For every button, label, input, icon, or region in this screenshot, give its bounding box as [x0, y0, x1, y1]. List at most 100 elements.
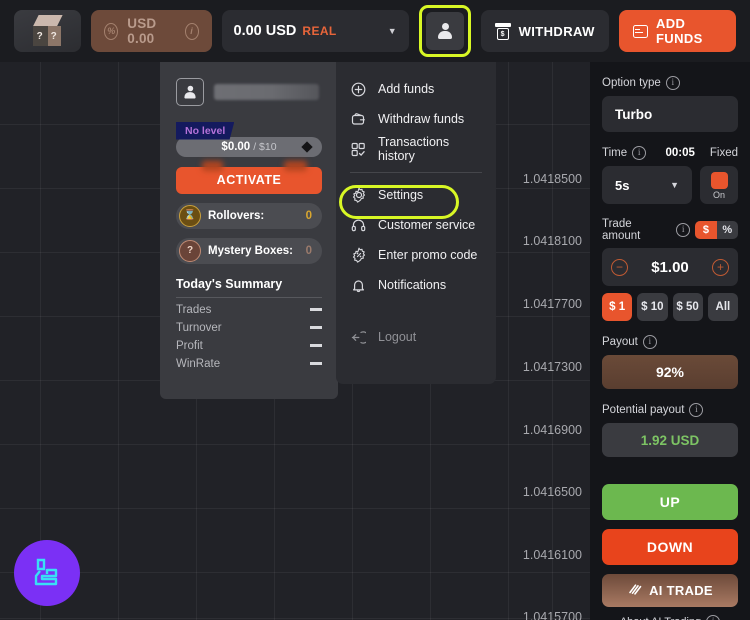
rollovers-row[interactable]: ⌛ Rollovers: 0	[176, 202, 322, 229]
ai-trade-button[interactable]: AI TRADE	[602, 574, 738, 607]
fixed-label: Fixed	[709, 147, 738, 159]
menu-label: Notifications	[378, 278, 447, 292]
price-axis-label: 1.0416500	[522, 485, 582, 499]
person-icon	[437, 22, 452, 40]
empty-value-dash	[310, 326, 322, 329]
menu-item-transactions-history[interactable]: Transactions history	[336, 134, 496, 164]
info-icon[interactable]: i	[642, 335, 657, 349]
empty-value-dash	[310, 308, 322, 311]
gear-icon	[350, 187, 367, 203]
trade-amount-label-row: Trade amount i $ %	[602, 218, 738, 242]
trade-amount-stepper[interactable]: − $1.00 +	[602, 248, 738, 286]
logout-icon	[350, 330, 367, 345]
rollovers-label: Rollovers:	[208, 209, 265, 222]
about-ai-trading-link[interactable]: About AI Trading i	[602, 615, 738, 620]
trade-amount-label: Trade amount	[602, 218, 641, 242]
expiry-time-select[interactable]: 5s ▼	[602, 166, 692, 204]
fixed-time-toggle[interactable]: On	[700, 166, 738, 204]
chevron-down-icon[interactable]: ▼	[670, 180, 679, 190]
balance-amount: 0.00 USD	[233, 23, 297, 39]
trading-app-window: 1.0418500 1.0418100 1.0417700 1.0417300 1.04…	[0, 0, 750, 620]
activate-label: ACTIVATE	[216, 173, 282, 187]
menu-item-settings[interactable]: Settings	[336, 180, 496, 210]
time-label: Time	[602, 147, 628, 159]
trade-settings-panel: Option type i Turbo Time i 00:05 Fixed 5…	[590, 62, 750, 620]
mystery-box-button[interactable]: ??	[14, 10, 82, 52]
menu-item-customer-service[interactable]: Customer service	[336, 210, 496, 240]
option-type-value: Turbo	[615, 106, 653, 122]
add-funds-button[interactable]: ADD FUNDS	[618, 10, 736, 52]
potential-payout-box: 1.92 USD	[602, 423, 738, 457]
summary-label: Turnover	[176, 321, 222, 334]
price-axis-label: 1.0418100	[522, 234, 582, 248]
option-type-select[interactable]: Turbo	[602, 96, 738, 132]
currency-mode-switch[interactable]: $ %	[695, 221, 738, 239]
profile-button[interactable]	[425, 12, 464, 50]
diamond-icon	[301, 140, 313, 153]
payout-label: Payout	[602, 336, 638, 348]
increase-amount-button[interactable]: +	[711, 258, 729, 276]
expiry-value: 5s	[615, 177, 630, 193]
info-icon[interactable]: i	[706, 615, 721, 620]
price-axis-label: 1.0417300	[522, 360, 582, 374]
price-axis-label: 1.0416900	[522, 423, 582, 437]
ai-trade-label: AI TRADE	[649, 583, 713, 598]
potential-payout-label-row: Potential payout i	[602, 403, 738, 417]
list-item: Profit	[176, 340, 322, 352]
chevron-down-icon[interactable]: ▼	[388, 26, 397, 36]
menu-item-enter-promo-code[interactable]: Enter promo code	[336, 240, 496, 270]
top-toolbar: ?? % USD 0.00 i 0.00 USD REAL ▼ $ WITHDR…	[0, 0, 750, 62]
bell-icon	[350, 278, 367, 293]
person-icon	[184, 85, 196, 99]
mode-percent[interactable]: %	[717, 221, 738, 239]
bonus-balance-panel[interactable]: % USD 0.00 i	[91, 10, 212, 52]
list-item: Turnover	[176, 322, 322, 334]
wallet-icon	[350, 112, 367, 127]
quick-amount-50[interactable]: $ 50	[672, 293, 703, 321]
menu-item-logout[interactable]: Logout	[336, 322, 496, 352]
up-label: UP	[659, 494, 681, 510]
payout-value: 92%	[655, 364, 685, 380]
toggle-switch	[710, 172, 728, 189]
bonus-amount: USD 0.00	[127, 16, 157, 46]
level-current: $0.00	[221, 140, 251, 153]
list-item: Trades	[176, 304, 322, 316]
mystery-boxes-row[interactable]: ? Mystery Boxes: 0	[176, 237, 322, 264]
withdraw-button[interactable]: $ WITHDRAW	[480, 10, 609, 52]
mystery-box-icon: ??	[31, 15, 65, 47]
menu-label: Logout	[378, 330, 417, 344]
add-funds-label: ADD FUNDS	[655, 16, 703, 46]
summary-label: WinRate	[176, 357, 221, 370]
payout-label-row: Payout i	[602, 335, 738, 349]
quick-amount-1[interactable]: $ 1	[602, 293, 633, 321]
payout-value-box: 92%	[602, 355, 738, 389]
decrease-amount-button[interactable]: −	[611, 258, 628, 276]
menu-label: Settings	[378, 188, 424, 202]
activate-button[interactable]: ACTIVATE	[176, 166, 322, 194]
menu-item-withdraw-funds[interactable]: Withdraw funds	[336, 104, 496, 134]
down-button[interactable]: DOWN	[602, 529, 738, 565]
mystery-boxes-label: Mystery Boxes:	[208, 244, 294, 257]
menu-label: Add funds	[378, 82, 435, 96]
info-icon[interactable]: i	[689, 403, 704, 417]
bonus-info-icon[interactable]: i	[184, 22, 199, 40]
menu-label: Enter promo code	[378, 248, 478, 262]
level-progress-bar: $0.00 / $10	[176, 136, 322, 157]
info-icon[interactable]: i	[632, 146, 647, 160]
balance-selector[interactable]: 0.00 USD REAL ▼	[221, 10, 409, 52]
menu-item-add-funds[interactable]: Add funds	[336, 74, 496, 104]
trade-amount-value[interactable]: $1.00	[651, 259, 689, 276]
quick-amount-all[interactable]: All	[707, 293, 738, 321]
profile-user-row[interactable]	[176, 78, 322, 106]
mode-dollar[interactable]: $	[695, 221, 717, 239]
info-icon[interactable]: i	[665, 76, 680, 90]
menu-item-notifications[interactable]: Notifications	[336, 270, 496, 300]
price-axis-label: 1.0416100	[522, 548, 582, 562]
up-button[interactable]: UP	[602, 484, 738, 520]
mystery-box-small-icon: ?	[179, 239, 201, 262]
info-icon[interactable]: i	[676, 223, 691, 237]
quick-amount-10[interactable]: $ 10	[637, 293, 668, 321]
list-item: WinRate	[176, 358, 322, 370]
potential-payout-label: Potential payout	[602, 404, 685, 416]
price-axis-label: 1.0418500	[522, 172, 582, 186]
